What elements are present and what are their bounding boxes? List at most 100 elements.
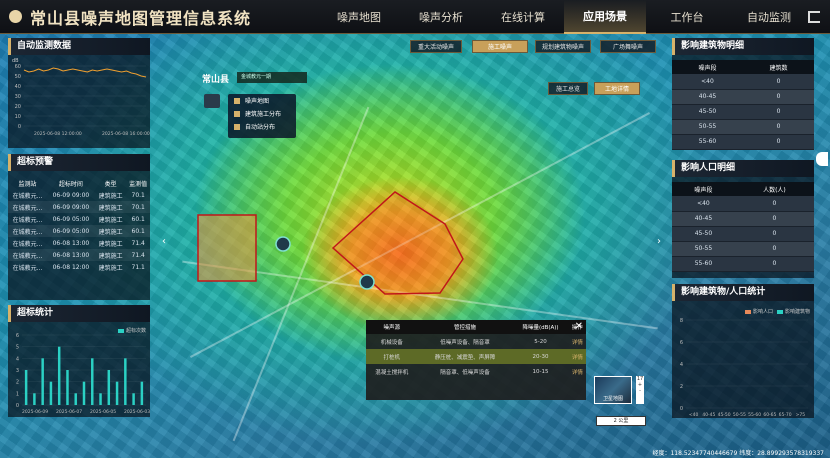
checkbox-icon[interactable] [234,123,240,130]
table-cell: 55-60 [672,134,743,150]
alarm-row: 在城教元... 06-08 13:00 建筑施工 71.4 [8,249,150,261]
building-row: <40 0 [672,74,814,90]
y-tick-label: 30 [15,94,21,100]
stats-bar [115,381,119,405]
stats-bar [66,370,69,405]
close-icon[interactable]: ✕ [575,321,583,332]
stats-bar [91,358,94,405]
nav-noise-analysis[interactable]: 噪声分析 [400,0,482,34]
alarm-title: 超标预警 [8,154,150,171]
source-table: 噪声源 管控措施 降噪量(dB(A)) 操作 机械设备 低噪声设备、隔音罩 5-20… [366,320,586,379]
nav-scenarios[interactable]: 应用场景 [564,0,646,34]
monitor-series-line [23,67,147,78]
bp-legend-pop: 影响人口 [752,309,773,315]
minimap-thumbnail[interactable]: 卫星地图 [594,376,632,404]
population-row: 40-45 0 [672,211,814,227]
population-row: <40 0 [672,196,814,212]
detail-link[interactable]: 详情 [569,364,586,379]
table-cell: 50-55 [672,119,743,135]
detail-link[interactable]: 详情 [568,349,586,364]
stats-bar [33,393,36,405]
table-cell: 在城教元... [12,264,43,272]
monitor-station-icon[interactable] [275,236,291,252]
layer-noise-map[interactable]: 噪声地图 [228,94,296,107]
y-tick-label: 1 [16,391,19,397]
table-cell: 机械设备 [380,339,403,346]
x-tick-label: 2025-06-03 [124,409,150,415]
stats-bar [49,381,53,405]
nav-workbench[interactable]: 工作台 [646,0,728,34]
table-cell: 20-30 [512,349,569,364]
region-label: 常山县 [202,75,230,85]
table-cell: <40 [672,74,743,90]
layer-stations[interactable]: 自动站分布 [228,120,296,133]
table-cell: 0 [743,104,814,120]
table-cell: 5-20 [534,338,547,345]
table-cell: 0 [734,226,814,242]
stats-title: 超标统计 [8,305,150,322]
x-tick-label: 2025-06-09 [22,409,48,415]
view-site-detail[interactable]: 工地详情 [594,82,640,95]
building-row: 55-60 0 [672,134,814,150]
alarm-row: 在城教元... 06-09 05:00 建筑施工 60.1 [8,213,150,225]
table-cell: 在城教元... [8,225,47,237]
scene-square-dance[interactable]: 广场舞噪声 [600,40,656,53]
alarm-table: 监测站 超标时间 类型 监测值 在城教元... 06-09 09:00 建筑施工 70… [8,178,150,273]
table-cell: 71.4 [126,249,150,261]
table-cell: 建筑施工 [94,201,127,213]
stats-panel: 超标统计 超标次数 6 5 4 3 2 1 0 2025-06-09 2025-06-07 202… [8,305,150,417]
table-cell: 06-08 13:00 [46,249,95,261]
legend-swatch [744,309,751,314]
view-overview[interactable]: 施工总览 [548,82,588,95]
x-tick-label: <40 [689,412,699,418]
table-cell: 0 [743,119,814,135]
scene-major-events[interactable]: 重大活动噪声 [410,40,462,53]
site-zone-west[interactable] [197,214,257,282]
site-zone-main[interactable] [331,191,464,295]
stats-bar [107,370,111,405]
table-cell: 55-60 [672,256,735,272]
collapse-left-icon[interactable]: ‹ [162,236,166,247]
layer-construction[interactable]: 建筑施工分布 [228,107,296,120]
y-tick-label: 6 [16,333,19,339]
nav-noise-map[interactable]: 噪声地图 [318,0,400,34]
stats-bar [41,358,44,405]
y-tick-label: 0 [16,403,19,409]
map-search-input[interactable]: 金城教元一期 [237,72,307,83]
nav-auto-monitor[interactable]: 自动监测 [728,0,810,34]
stats-bar [124,358,127,405]
table-cell: 在城教元... [12,192,43,200]
table-cell: 45-50 [672,104,743,120]
x-tick-label: 40-45 [702,412,715,418]
popup-header-reduction: 降噪量(dB(A)) [512,320,569,334]
detail-link[interactable]: 详情 [569,334,586,349]
table-cell: 0 [734,241,814,257]
population-row: 50-55 0 [672,241,814,257]
scene-construction[interactable]: 施工噪声 [472,40,528,53]
layers-icon[interactable] [204,94,220,108]
table-cell: 06-09 09:00 [46,201,95,213]
checkbox-icon[interactable] [234,97,240,104]
y-tick-label: 10 [15,114,21,120]
table-cell: 50-55 [672,241,735,257]
exit-icon[interactable] [808,11,820,23]
population-table: 噪声段 人数(人) <40 0 40-45 0 45-50 0 50-55 0 55-60 0 [672,182,814,272]
table-cell: 建筑施工 [98,264,123,272]
building-row: 45-50 0 [672,104,814,120]
main-nav: 噪声地图 噪声分析 在线计算 应用场景 工作台 自动监测 [318,0,810,34]
alarm-header-station: 监测站 [18,181,37,188]
zoom-control[interactable]: 17 + - [636,376,644,404]
y-tick-label: 4 [680,362,683,368]
side-tool-icon[interactable] [816,152,828,166]
y-tick-label: 60 [15,64,21,70]
nav-online-calc[interactable]: 在线计算 [482,0,564,34]
checkbox-icon[interactable] [234,110,240,117]
stats-bar [57,346,61,405]
monitor-station-icon[interactable] [359,274,375,290]
scene-planned-buildings[interactable]: 规划建筑物噪声 [535,40,591,53]
bld-header-count: 建筑数 [743,60,814,74]
minimap-label: 卫星地图 [602,396,623,402]
zoom-out-button[interactable]: - [636,388,644,394]
stats-bar-chart: 6 5 4 3 2 1 02025-06-09 2025-06-07 2025-06-05 202… [16,333,150,415]
collapse-right-icon[interactable]: › [657,236,661,247]
